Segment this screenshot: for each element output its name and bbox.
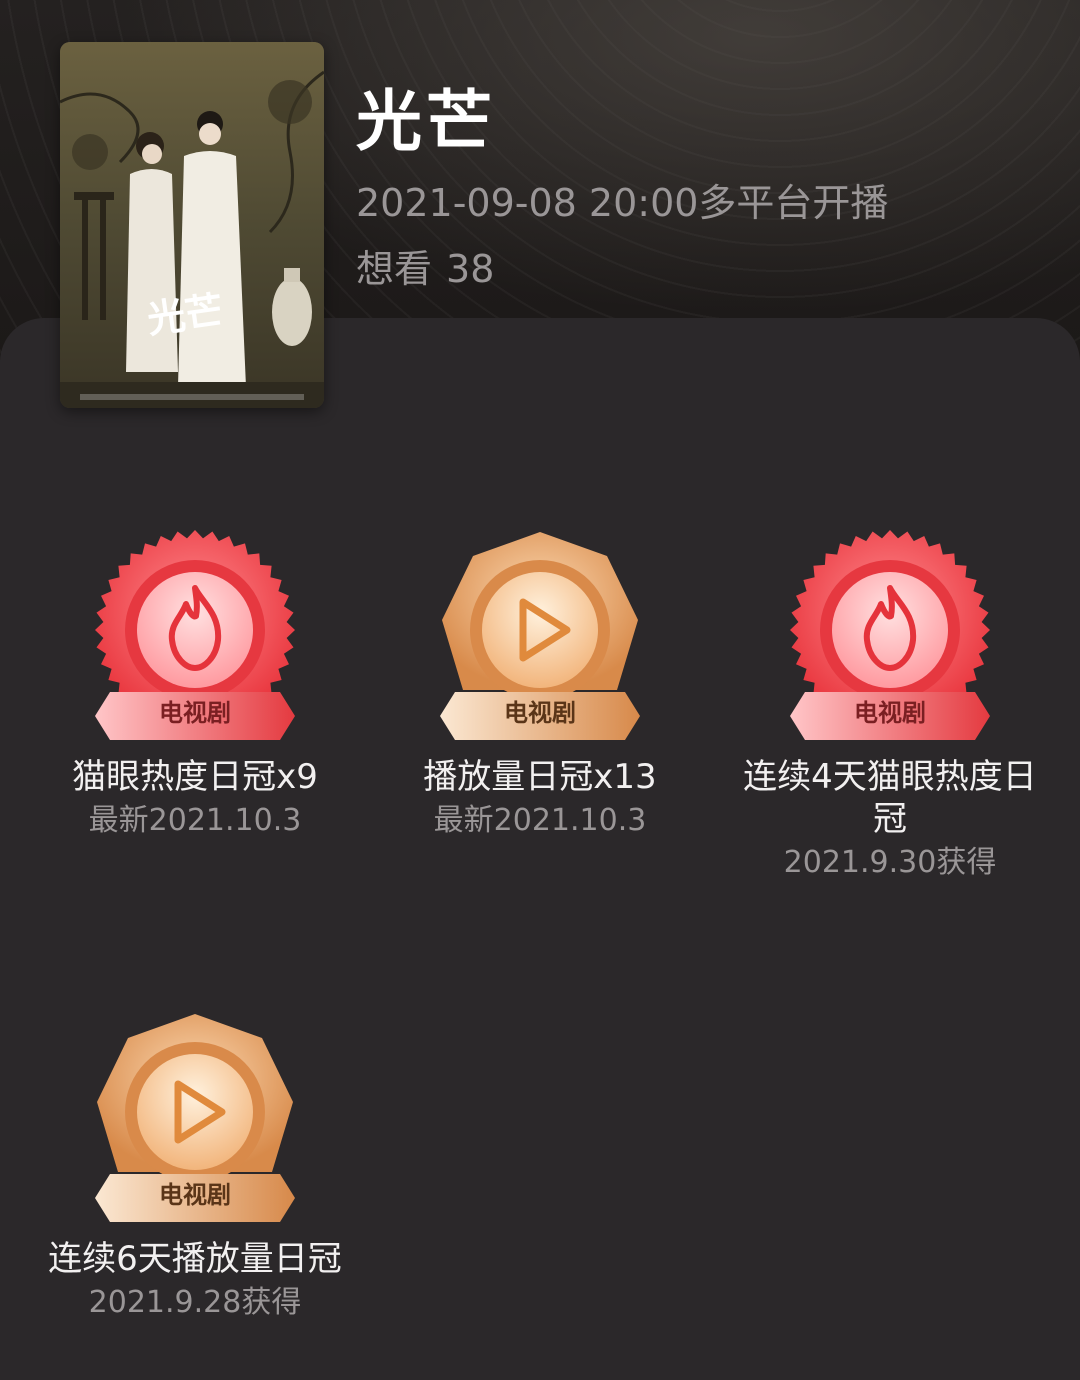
achievement-badge[interactable]: 电视剧 播放量日冠x13 最新2021.10.3 xyxy=(390,530,690,840)
badge-date: 最新2021.10.3 xyxy=(88,803,302,838)
badge-tag: 电视剧 xyxy=(159,1181,231,1209)
release-info: 2021-09-08 20:00多平台开播 xyxy=(356,181,889,225)
want-to-watch: 想看 38 xyxy=(356,238,494,293)
badge-tag: 电视剧 xyxy=(854,699,926,727)
achievement-badge[interactable]: 电视剧 连续4天猫眼热度日冠 2021.9.30获得 xyxy=(735,530,1045,882)
badge-name: 连续4天猫眼热度日冠 xyxy=(743,757,1037,839)
badge-tag: 电视剧 xyxy=(159,699,231,727)
badge-name: 播放量日冠x13 xyxy=(423,757,657,797)
badge-tag: 电视剧 xyxy=(504,699,576,727)
want-label: 想看 xyxy=(356,247,433,291)
want-count: 38 xyxy=(446,247,495,291)
poster-image[interactable]: 光芒 xyxy=(60,42,324,408)
achievement-badge[interactable]: 电视剧 猫眼热度日冠x9 最新2021.10.3 xyxy=(45,530,345,840)
badge-name: 连续6天播放量日冠 xyxy=(48,1239,342,1279)
show-title: 光芒 xyxy=(356,83,496,160)
badge-medal: 电视剧 xyxy=(785,530,995,740)
achievement-badge[interactable]: 电视剧 连续6天播放量日冠 2021.9.28获得 xyxy=(30,1012,360,1322)
badge-date: 最新2021.10.3 xyxy=(433,803,647,838)
badge-medal: 电视剧 xyxy=(90,530,300,740)
badge-date: 2021.9.28获得 xyxy=(88,1285,302,1320)
badge-date: 2021.9.30获得 xyxy=(783,845,997,880)
badge-name: 猫眼热度日冠x9 xyxy=(72,757,318,797)
badge-medal: 电视剧 xyxy=(90,1012,300,1222)
badge-medal: 电视剧 xyxy=(435,530,645,740)
